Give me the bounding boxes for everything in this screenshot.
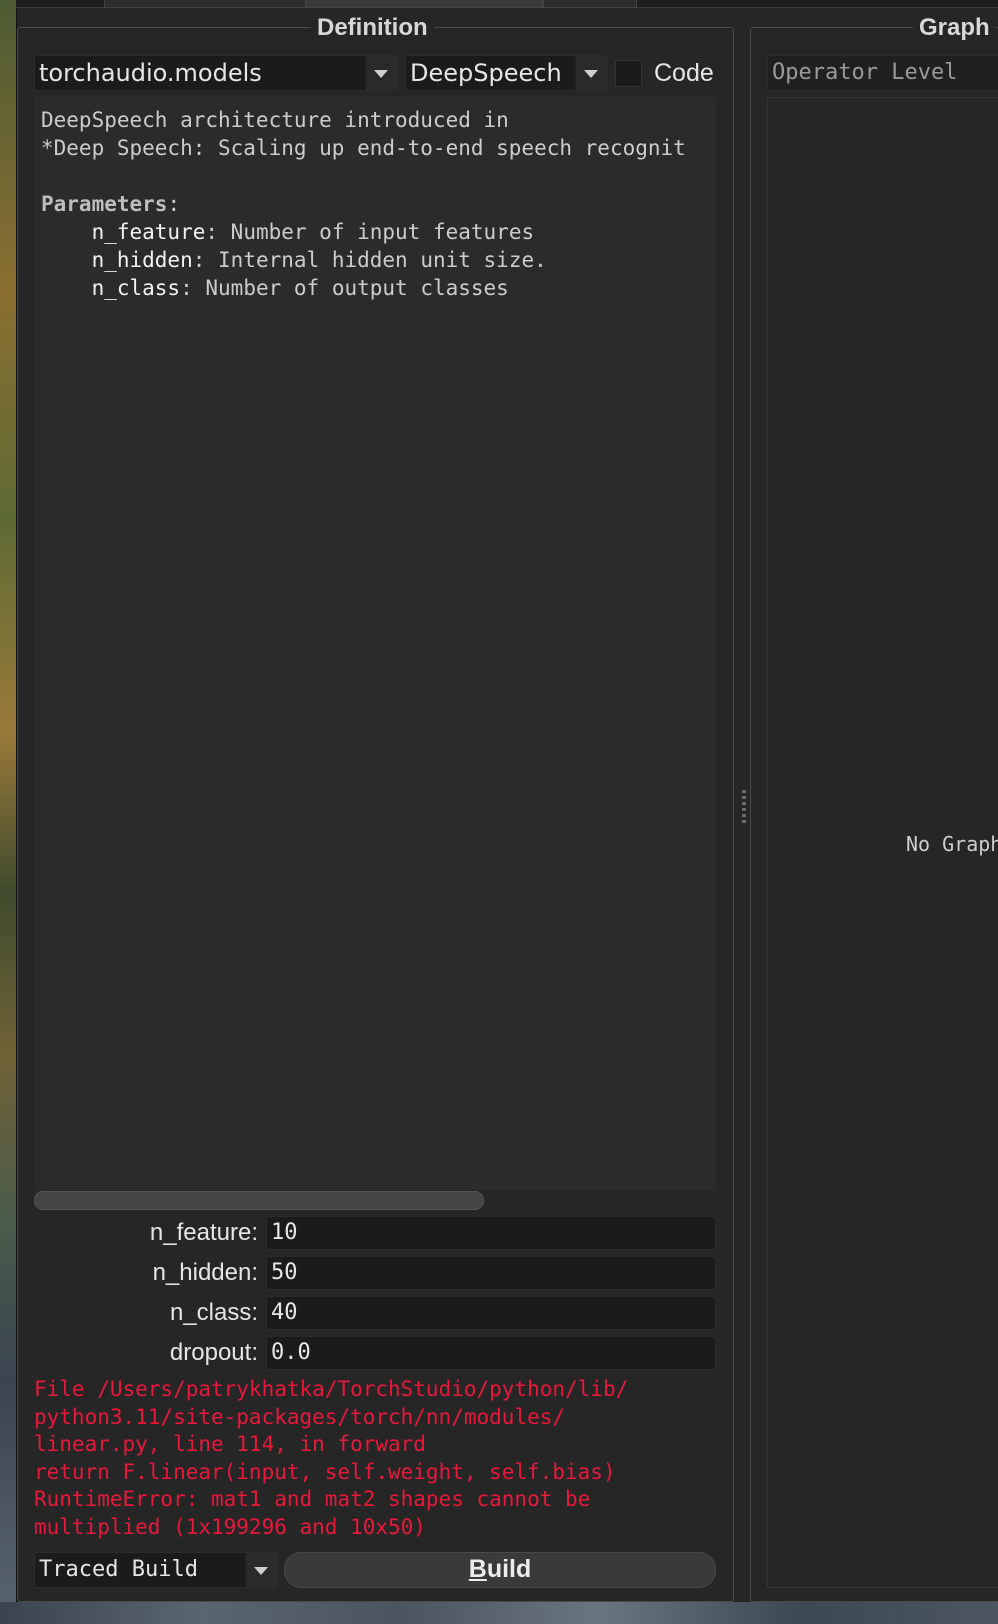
dropout-label: dropout: (169, 1339, 258, 1366)
definition-title: Definition (311, 14, 434, 42)
graph-canvas[interactable]: No Graph (767, 97, 998, 1588)
error-line: linear.py, line 114, in forward (34, 1432, 426, 1456)
n-hidden-input[interactable]: 50 (266, 1256, 716, 1290)
tab-active[interactable] (306, 0, 543, 8)
code-checkbox[interactable] (615, 60, 642, 87)
doc-intro-line: *Deep Speech: Scaling up end-to-end spee… (41, 136, 686, 160)
graph-level-select[interactable]: Operator Level (767, 55, 998, 91)
panel-splitter-handle[interactable] (742, 790, 746, 826)
doc-param-line: n_hidden: Internal hidden unit size. (91, 248, 547, 272)
n-class-label: n_class: (169, 1299, 258, 1326)
error-line: return F.linear(input, self.weight, self… (34, 1459, 616, 1484)
error-line: RuntimeError: mat1 and mat2 shapes canno… (34, 1487, 591, 1511)
horizontal-scrollbar[interactable] (34, 1190, 716, 1210)
error-line: multiplied (1x199296 and 10x50) (34, 1514, 426, 1539)
n-hidden-label: n_hidden: (152, 1259, 258, 1286)
scrollbar-handle[interactable] (34, 1191, 484, 1210)
model-select[interactable]: DeepSpeech (405, 55, 607, 91)
doc-params-header: Parameters: (41, 192, 181, 216)
tab[interactable] (104, 0, 306, 8)
n-class-input[interactable]: 40 (266, 1296, 716, 1330)
graph-level-value: Operator Level (772, 60, 958, 85)
chevron-down-icon (365, 56, 396, 90)
build-button[interactable]: Build (284, 1552, 716, 1588)
chevron-down-icon (575, 56, 606, 90)
desktop-background-left (0, 0, 16, 1624)
dropout-input[interactable]: 0.0 (266, 1336, 716, 1370)
build-mode-select[interactable]: Traced Build (34, 1552, 277, 1588)
chevron-down-icon (245, 1553, 276, 1587)
module-select[interactable]: torchaudio.models (34, 55, 397, 91)
error-line: File /Users/patrykhatka/TorchStudio/pyth… (34, 1377, 629, 1401)
doc-intro-line: DeepSpeech architecture introduced in (41, 108, 509, 132)
tab[interactable] (543, 0, 637, 8)
doc-param-line: n_class: Number of output classes (91, 276, 509, 300)
desktop-background-bottom (0, 1602, 998, 1624)
code-label: Code (654, 59, 714, 87)
n-feature-input[interactable]: 10 (266, 1216, 716, 1250)
module-select-value: torchaudio.models (39, 59, 262, 87)
top-tab-strip (16, 0, 998, 8)
documentation-view[interactable]: DeepSpeech architecture introduced in *D… (34, 97, 716, 1190)
doc-param-line: n_feature: Number of input features (91, 220, 535, 244)
graph-title: Graph (913, 14, 996, 42)
build-mode-value: Traced Build (39, 1557, 198, 1582)
error-line: python3.11/site-packages/torch/nn/module… (34, 1404, 566, 1429)
error-output: File /Users/patrykhatka/TorchStudio/pyth… (34, 1376, 716, 1541)
graph-empty-text: No Graph (906, 832, 998, 856)
n-feature-label: n_feature: (149, 1219, 258, 1246)
